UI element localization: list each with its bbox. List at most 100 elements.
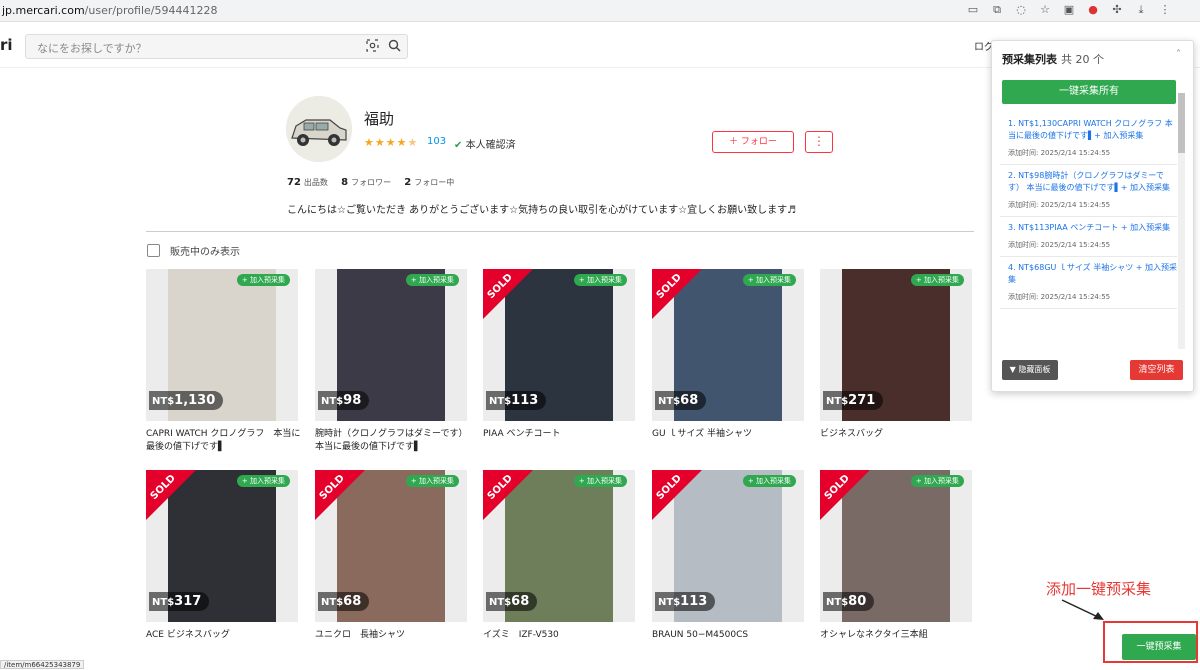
item-card[interactable]: + 加入预采集 NT$1,130 CAPRI WATCH クロノグラフ 本当に最後の…	[146, 269, 300, 459]
add-to-precollect-button[interactable]: + 加入预采集	[573, 475, 627, 487]
puzzle-icon[interactable]: ✣	[1110, 3, 1124, 17]
download-icon[interactable]: ⤓	[1134, 3, 1148, 17]
add-to-precollect-button[interactable]: + 加入预采集	[405, 274, 459, 286]
item-thumbnail[interactable]: SOLD + 加入预采集 NT$113	[483, 269, 635, 421]
add-to-precollect-button[interactable]: + 加入预采集	[910, 475, 964, 487]
item-title[interactable]: ACE ビジネスバッグ	[146, 629, 306, 642]
panel-list-item[interactable]: 2. NT$98腕時計（クロノグラフはダミーです） 本当に最後の値下げです▌+ …	[1000, 165, 1177, 217]
item-title[interactable]: PIAA ベンチコート	[483, 428, 643, 441]
search-input[interactable]: なにをお探しですか？	[25, 34, 408, 59]
sold-badge: SOLD	[652, 470, 702, 520]
item-card[interactable]: + 加入预采集 NT$271 ビジネスバッグ	[820, 269, 972, 459]
price-prefix: NT$	[152, 396, 175, 407]
item-thumbnail[interactable]: + 加入预采集 NT$98	[315, 269, 467, 421]
price-prefix: NT$	[658, 597, 681, 608]
item-thumbnail[interactable]: SOLD + 加入预采集 NT$68	[652, 269, 804, 421]
browser-chrome: jp.mercari.com/user/profile/594441228 ▭ …	[0, 0, 1200, 22]
item-title[interactable]: BRAUN 50−M4500CS	[652, 629, 812, 642]
one-key-collect-button[interactable]: 一键预采集	[1122, 634, 1196, 660]
divider	[146, 231, 974, 232]
follower-label[interactable]: フォロワー	[351, 178, 391, 187]
item-title[interactable]: イズミ IZF-V530	[483, 629, 643, 642]
collect-all-button[interactable]: 一键采集所有	[1002, 80, 1176, 104]
search-icon[interactable]	[388, 39, 402, 53]
item-card[interactable]: + 加入预采集 NT$98 腕時計（クロノグラフはダミーです）本当に最後の値下げです…	[315, 269, 467, 459]
follower-count[interactable]: 8	[341, 177, 348, 188]
item-thumbnail[interactable]: SOLD + 加入预采集 NT$68	[315, 470, 467, 622]
price-prefix: NT$	[152, 597, 175, 608]
panel-item-title[interactable]: 2. NT$98腕時計（クロノグラフはダミーです） 本当に最後の値下げです▌+ …	[1008, 170, 1177, 194]
item-card[interactable]: SOLD + 加入预采集 NT$317 ACE ビジネスバッグ	[146, 470, 298, 660]
item-thumbnail[interactable]: SOLD + 加入预采集 NT$80	[820, 470, 972, 622]
panel-item-title[interactable]: 4. NT$68GU ｌサイズ 半袖シャツ + 加入预采集	[1008, 262, 1177, 286]
hide-panel-button[interactable]: ▼ 隐藏面板	[1002, 360, 1058, 380]
panel-item-time: 添加时间: 2025/2/14 15:24:55	[1008, 149, 1111, 157]
verified-check-icon: ✔	[454, 140, 463, 151]
extension-icon[interactable]: ▣	[1062, 3, 1076, 17]
menu-icon[interactable]: ⋮	[1158, 3, 1172, 17]
sold-label: SOLD	[148, 472, 178, 503]
bookmark-star-icon[interactable]: ☆	[1038, 3, 1052, 17]
price-tag: NT$113	[655, 592, 716, 611]
item-title[interactable]: ビジネスバッグ	[820, 428, 980, 441]
item-thumbnail[interactable]: SOLD + 加入预采集 NT$113	[652, 470, 804, 622]
add-to-precollect-button[interactable]: + 加入预采集	[405, 475, 459, 487]
address-bar[interactable]: jp.mercari.com/user/profile/594441228	[2, 4, 218, 17]
sold-label: SOLD	[654, 472, 684, 503]
add-to-precollect-button[interactable]: + 加入预采集	[910, 274, 964, 286]
install-icon[interactable]: ▭	[966, 3, 980, 17]
more-options-button[interactable]: ⋮	[805, 131, 833, 153]
price-prefix: NT$	[489, 597, 512, 608]
panel-item-title[interactable]: 1. NT$1,130CAPRI WATCH クロノグラフ 本当に最後の値下げで…	[1008, 118, 1177, 142]
item-title[interactable]: ユニクロ 長袖シャツ	[315, 629, 475, 642]
sold-badge: SOLD	[652, 269, 702, 319]
price-value: 1,130	[174, 393, 216, 408]
clear-list-button[interactable]: 清空列表	[1130, 360, 1183, 380]
camera-search-icon[interactable]	[366, 39, 380, 53]
panel-list-item[interactable]: 4. NT$68GU ｌサイズ 半袖シャツ + 加入预采集 添加时间: 2025/…	[1000, 257, 1177, 309]
item-title[interactable]: CAPRI WATCH クロノグラフ 本当に最後の値下げです▌	[146, 428, 306, 454]
rating-count[interactable]: 103	[427, 136, 446, 147]
add-to-precollect-button[interactable]: + 加入预采集	[236, 475, 290, 487]
item-title[interactable]: GU ｌサイズ 半袖シャツ	[652, 428, 812, 441]
item-card[interactable]: SOLD + 加入预采集 NT$68 GU ｌサイズ 半袖シャツ	[652, 269, 804, 459]
item-card[interactable]: SOLD + 加入预采集 NT$113 PIAA ベンチコート	[483, 269, 635, 459]
item-card[interactable]: SOLD + 加入预采集 NT$80 オシャレなネクタイ三本組	[820, 470, 972, 660]
item-card[interactable]: SOLD + 加入预采集 NT$68 イズミ IZF-V530	[483, 470, 635, 660]
panel-list-item[interactable]: 1. NT$1,130CAPRI WATCH クロノグラフ 本当に最後の値下げで…	[1000, 113, 1177, 165]
price-tag: NT$68	[318, 592, 370, 611]
pre-collect-panel: 预采集列表共 20 个 ˄ 一键采集所有 1. NT$1,130CAPRI WA…	[991, 40, 1194, 392]
price-tag: NT$68	[486, 592, 538, 611]
item-card[interactable]: SOLD + 加入预采集 NT$113 BRAUN 50−M4500CS	[652, 470, 804, 660]
visibility-icon[interactable]: ◌	[1014, 3, 1028, 17]
rating-stars: ★★★★★	[364, 136, 419, 149]
add-to-precollect-button[interactable]: + 加入预采集	[742, 274, 796, 286]
item-thumbnail[interactable]: + 加入预采集 NT$1,130	[146, 269, 298, 421]
item-card[interactable]: SOLD + 加入预采集 NT$68 ユニクロ 長袖シャツ	[315, 470, 467, 660]
on-sale-filter[interactable]: 販売中のみ表示	[147, 243, 240, 258]
follow-button[interactable]: ＋ フォロー	[712, 131, 794, 153]
add-to-precollect-button[interactable]: + 加入预采集	[573, 274, 627, 286]
item-title[interactable]: 腕時計（クロノグラフはダミーです）本当に最後の値下げです▌	[315, 428, 475, 454]
price-value: 113	[511, 393, 539, 408]
item-thumbnail[interactable]: SOLD + 加入预采集 NT$68	[483, 470, 635, 622]
panel-scrollbar[interactable]	[1178, 93, 1185, 349]
extension-red-icon[interactable]: ●	[1086, 3, 1100, 17]
panel-list-item[interactable]: 3. NT$113PIAA ベンチコート + 加入预采集 添加时间: 2025/2…	[1000, 217, 1177, 257]
add-to-precollect-button[interactable]: + 加入预采集	[236, 274, 290, 286]
item-title[interactable]: オシャレなネクタイ三本組	[820, 629, 980, 642]
price-prefix: NT$	[321, 597, 344, 608]
following-label[interactable]: フォロー中	[414, 178, 454, 187]
add-to-precollect-button[interactable]: + 加入预采集	[742, 475, 796, 487]
translate-icon[interactable]: ⧉	[990, 3, 1004, 17]
item-thumbnail[interactable]: SOLD + 加入预采集 NT$317	[146, 470, 298, 622]
site-logo[interactable]: ri	[0, 36, 13, 54]
collapse-caret-icon[interactable]: ˄	[1176, 49, 1181, 60]
sold-label: SOLD	[822, 472, 852, 503]
on-sale-checkbox[interactable]	[147, 244, 160, 257]
panel-item-title[interactable]: 3. NT$113PIAA ベンチコート + 加入预采集	[1008, 222, 1177, 234]
profile-stats: 72 出品数 8 フォロワー 2 フォロー中	[287, 177, 464, 188]
following-count[interactable]: 2	[404, 177, 411, 188]
scrollbar-thumb[interactable]	[1178, 93, 1185, 153]
item-thumbnail[interactable]: + 加入预采集 NT$271	[820, 269, 972, 421]
